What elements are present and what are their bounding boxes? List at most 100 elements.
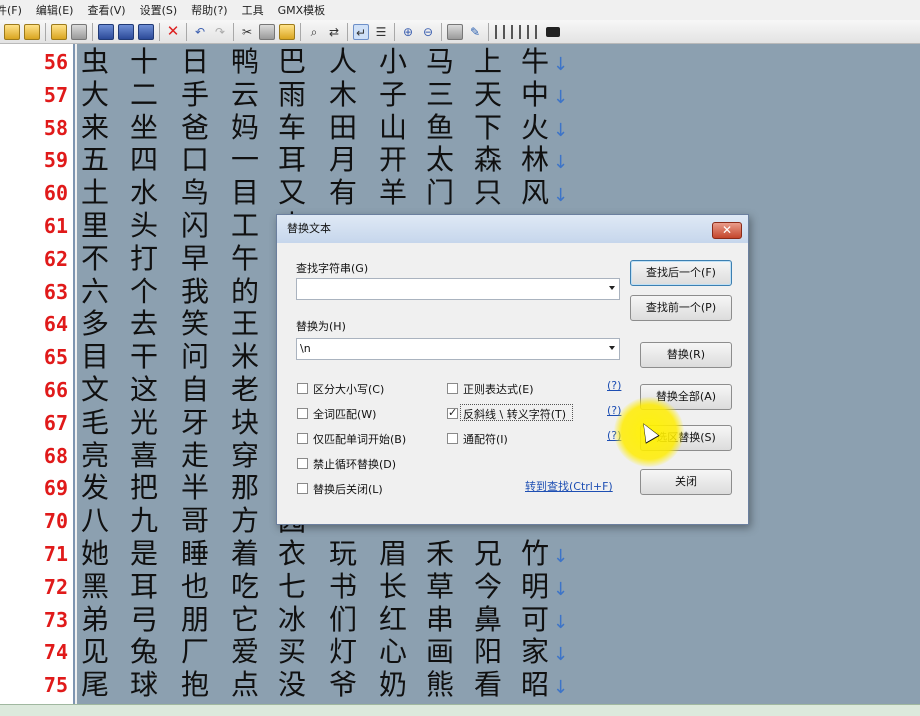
text-char: 把 bbox=[129, 471, 158, 505]
text-char: 兔 bbox=[129, 635, 158, 669]
toolbar-separator bbox=[92, 22, 93, 41]
toolbar: ✕ ↶ ↷ ✂ ⌕ ⇄ ↵ ☰ ⊕ ⊖ ✎ bbox=[0, 20, 920, 44]
text-char: 月 bbox=[328, 143, 357, 177]
text-char: 天 bbox=[473, 77, 502, 111]
word-wrap-icon[interactable]: ↵ bbox=[353, 23, 369, 40]
text-char: 九 bbox=[129, 504, 158, 538]
undo-icon[interactable]: ↶ bbox=[192, 24, 208, 40]
text-line[interactable]: 黑耳也吃七书长草今明 ↓ bbox=[77, 570, 920, 603]
menu-settings[interactable]: 设置(S) bbox=[140, 2, 178, 18]
close-button[interactable]: 关闭 bbox=[640, 469, 732, 495]
wildcard-checkbox[interactable] bbox=[447, 433, 458, 444]
column-marker-icon[interactable] bbox=[527, 24, 529, 39]
text-char: 去 bbox=[129, 307, 158, 341]
chevron-down-icon[interactable] bbox=[609, 346, 615, 350]
goto-find-link[interactable]: 转到查找(Ctrl+F) bbox=[525, 478, 613, 494]
text-char: 林 bbox=[520, 143, 549, 177]
whole-word-checkbox[interactable] bbox=[297, 408, 308, 419]
cut-icon[interactable]: ✂ bbox=[239, 24, 255, 40]
find-next-button[interactable]: 查找后一个(F) bbox=[630, 260, 732, 286]
close-icon[interactable]: ✕ bbox=[712, 222, 742, 239]
text-char: 朋 bbox=[180, 602, 209, 636]
regex-help-link[interactable]: (?) bbox=[607, 379, 621, 392]
text-line[interactable]: 五四口一耳月开太森林 ↓ bbox=[77, 143, 920, 176]
replace-icon[interactable]: ⇄ bbox=[326, 24, 342, 40]
text-char: 自 bbox=[180, 373, 209, 406]
text-char: 王 bbox=[230, 307, 259, 341]
text-char: 画 bbox=[425, 635, 454, 669]
column-marker-icon[interactable] bbox=[511, 24, 513, 39]
menu-view[interactable]: 查看(V) bbox=[87, 2, 125, 18]
find-icon[interactable]: ⌕ bbox=[306, 24, 322, 40]
word-start-checkbox[interactable] bbox=[297, 433, 308, 444]
edit-check-icon[interactable]: ✎ bbox=[467, 24, 483, 40]
line-number: 62 bbox=[43, 246, 68, 271]
escape-checkbox[interactable] bbox=[447, 406, 458, 419]
text-char: 见 bbox=[80, 635, 109, 669]
text-char: 八 bbox=[80, 504, 109, 538]
menu-gmx-template[interactable]: GMX模板 bbox=[278, 2, 326, 18]
column-marker-icon[interactable] bbox=[519, 24, 521, 39]
paste-icon[interactable] bbox=[279, 23, 295, 40]
text-char: 亮 bbox=[80, 438, 109, 472]
text-char: 草 bbox=[425, 569, 454, 603]
text-line[interactable]: 见兔厂爱买灯心画阳家 ↓ bbox=[77, 635, 920, 668]
menu-tools[interactable]: 工具 bbox=[242, 2, 264, 18]
match-case-checkbox[interactable] bbox=[297, 383, 308, 394]
text-char: 只 bbox=[473, 176, 502, 210]
replace-input[interactable]: \n bbox=[296, 338, 620, 360]
menu-help[interactable]: 帮助(?) bbox=[191, 2, 227, 18]
text-char: 下 bbox=[473, 110, 502, 144]
line-number-gutter: 56 57 58 59 60 61 62 63 64 65 66 67 68 69 70 71 72 73 74 75… bbox=[0, 44, 75, 716]
save-as-icon[interactable] bbox=[118, 23, 134, 40]
text-char: 明 bbox=[520, 569, 549, 603]
text-char: 走 bbox=[180, 438, 209, 472]
menu-file[interactable]: 件(F) bbox=[0, 2, 22, 18]
replace-label: 替换为(H) bbox=[296, 320, 346, 333]
toolbar-separator bbox=[45, 22, 46, 41]
text-line[interactable]: 弟弓朋它冰们红串鼻可 ↓ bbox=[77, 603, 920, 636]
text-line[interactable]: 尾球抱点没爷奶熊看昭 ↓ bbox=[77, 668, 920, 701]
text-line[interactable]: 来坐爸妈车田山鱼下火 ↓ bbox=[77, 111, 920, 144]
text-line[interactable]: 她是睡着衣玩眉禾兄竹 ↓ bbox=[77, 537, 920, 570]
zoom-in-icon[interactable]: ⊕ bbox=[400, 24, 416, 40]
text-char: 熊 bbox=[425, 668, 454, 702]
list-icon[interactable]: ☰ bbox=[373, 24, 389, 40]
column-marker-icon[interactable] bbox=[535, 24, 537, 39]
text-line[interactable]: 土水鸟目又有羊门只风 ↓ bbox=[77, 176, 920, 209]
find-prev-button[interactable]: 查找前一个(P) bbox=[630, 295, 732, 321]
column-marker-icon[interactable] bbox=[503, 24, 505, 39]
no-wrap-label: 禁止循环替换(D) bbox=[313, 458, 397, 471]
text-char: 牙 bbox=[180, 405, 209, 439]
new-file-icon[interactable] bbox=[4, 23, 20, 40]
redo-icon[interactable]: ↷ bbox=[212, 24, 228, 40]
find-input[interactable] bbox=[296, 278, 620, 300]
window-icon[interactable] bbox=[447, 23, 463, 40]
chevron-down-icon[interactable] bbox=[609, 286, 615, 290]
replace-button[interactable]: 替换(R) bbox=[640, 342, 732, 368]
close-file-icon[interactable]: ✕ bbox=[165, 23, 181, 40]
menu-edit[interactable]: 编辑(E) bbox=[36, 2, 74, 18]
copy-icon[interactable] bbox=[259, 23, 275, 40]
close-after-checkbox[interactable] bbox=[297, 483, 308, 494]
text-char: 四 bbox=[129, 143, 158, 177]
regex-checkbox[interactable] bbox=[447, 383, 458, 394]
terminal-icon[interactable] bbox=[546, 26, 560, 37]
save-icon[interactable] bbox=[98, 23, 114, 40]
open-folder-icon[interactable] bbox=[51, 23, 67, 40]
text-line[interactable]: 虫十日鸭巴人小马上牛 ↓ bbox=[77, 45, 920, 78]
text-char: 来 bbox=[80, 110, 109, 144]
replace-dialog: 替换文本 ✕ 查找字符串(G) 替换为(H) \n 区分大小写(C) 全词匹配(… bbox=[276, 214, 749, 525]
save-all-icon[interactable] bbox=[138, 23, 154, 40]
line-end-marker-icon: ↓ bbox=[553, 54, 569, 75]
no-wrap-checkbox[interactable] bbox=[297, 458, 308, 469]
open-file-icon[interactable] bbox=[24, 23, 40, 40]
line-number: 68 bbox=[43, 443, 68, 468]
column-marker-icon[interactable] bbox=[495, 24, 497, 39]
text-char: 五 bbox=[80, 143, 109, 177]
text-char: 中 bbox=[520, 77, 549, 111]
text-line[interactable]: 大二手云雨木子三天中 ↓ bbox=[77, 78, 920, 111]
zoom-out-icon[interactable]: ⊖ bbox=[420, 24, 436, 40]
dialog-title: 替换文本 bbox=[277, 215, 748, 243]
recent-files-icon[interactable] bbox=[71, 23, 87, 40]
